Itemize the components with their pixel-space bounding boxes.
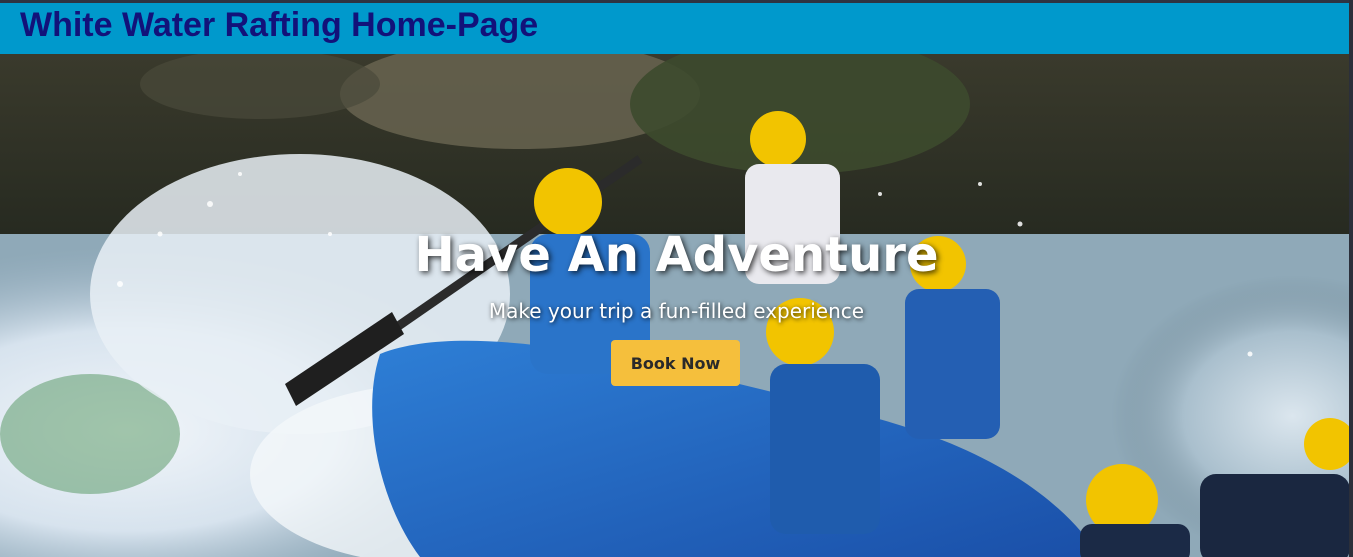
- hero-subheading: Make your trip a fun-filled experience: [488, 299, 865, 323]
- hero-banner: Have An Adventure Make your trip a fun-f…: [0, 54, 1353, 557]
- book-now-button[interactable]: Book Now: [611, 340, 740, 386]
- hero-heading: Have An Adventure: [414, 227, 939, 283]
- hero-content: Have An Adventure Make your trip a fun-f…: [0, 54, 1353, 557]
- right-frame-edge: [1349, 0, 1353, 557]
- page-title: White Water Rafting Home-Page: [20, 6, 539, 44]
- site-header: White Water Rafting Home-Page: [0, 3, 1353, 54]
